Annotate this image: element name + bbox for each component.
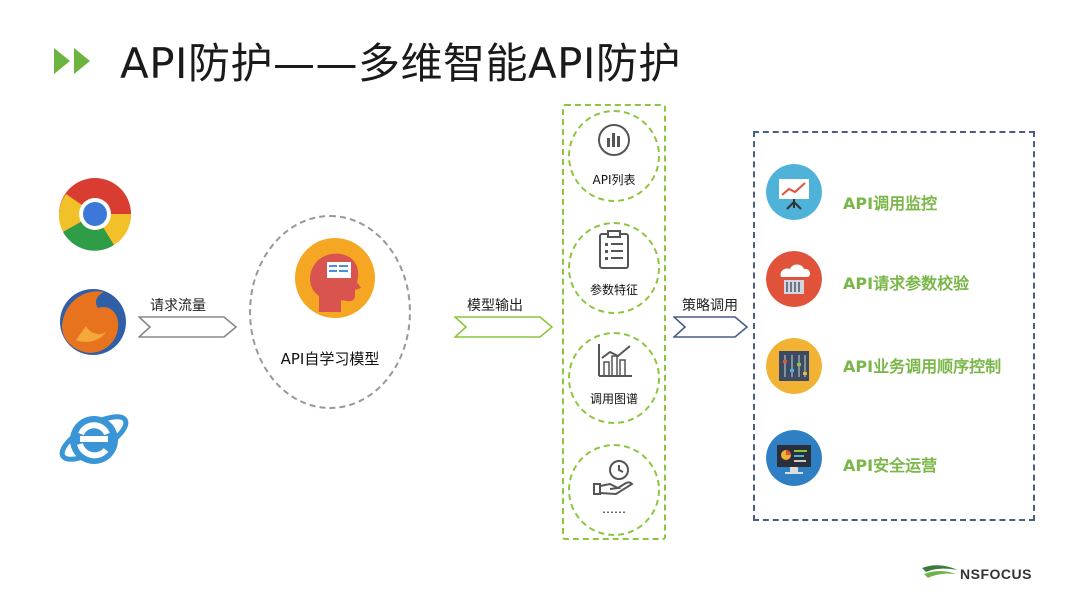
model-output-label: 调用图谱 (589, 392, 638, 406)
sliders-icon (766, 338, 822, 394)
flow-arrow (673, 316, 749, 338)
nsfocus-logo-icon (922, 565, 958, 578)
trend-chart-icon (598, 344, 632, 377)
double-arrow-icon (54, 48, 90, 74)
head-brain-icon (295, 238, 375, 318)
presentation-board-icon (766, 164, 822, 220)
input-flow-label: 请求流量 (150, 298, 206, 314)
strategy-label: API请求参数校验 (843, 274, 970, 293)
flow-arrow (138, 316, 238, 338)
strategy-flow-label: 策略调用 (682, 298, 738, 314)
flow-arrow (454, 316, 554, 338)
strategy-label: API业务调用顺序控制 (843, 357, 1002, 376)
model-output-label: 参数特征 (589, 283, 638, 297)
monitor-icon (766, 430, 822, 486)
model-output-label: API列表 (592, 173, 636, 187)
model-output-label: …… (602, 502, 626, 516)
chrome-icon (58, 178, 132, 251)
core-model-label: API自学习模型 (280, 350, 380, 368)
strategy-label: API安全运营 (843, 456, 938, 475)
hand-clock-icon (593, 460, 634, 496)
model-output-label: 模型输出 (467, 298, 523, 314)
brand-name: NSFOCUS (960, 566, 1032, 582)
page-title: API防护——多维智能API防护 (120, 39, 681, 88)
clipboard-icon (599, 230, 629, 269)
firefox-icon (60, 289, 126, 355)
ie-icon (59, 414, 129, 464)
cloud-server-icon (766, 251, 822, 307)
strategy-label: API调用监控 (843, 194, 938, 213)
bar-chart-icon (598, 124, 630, 156)
